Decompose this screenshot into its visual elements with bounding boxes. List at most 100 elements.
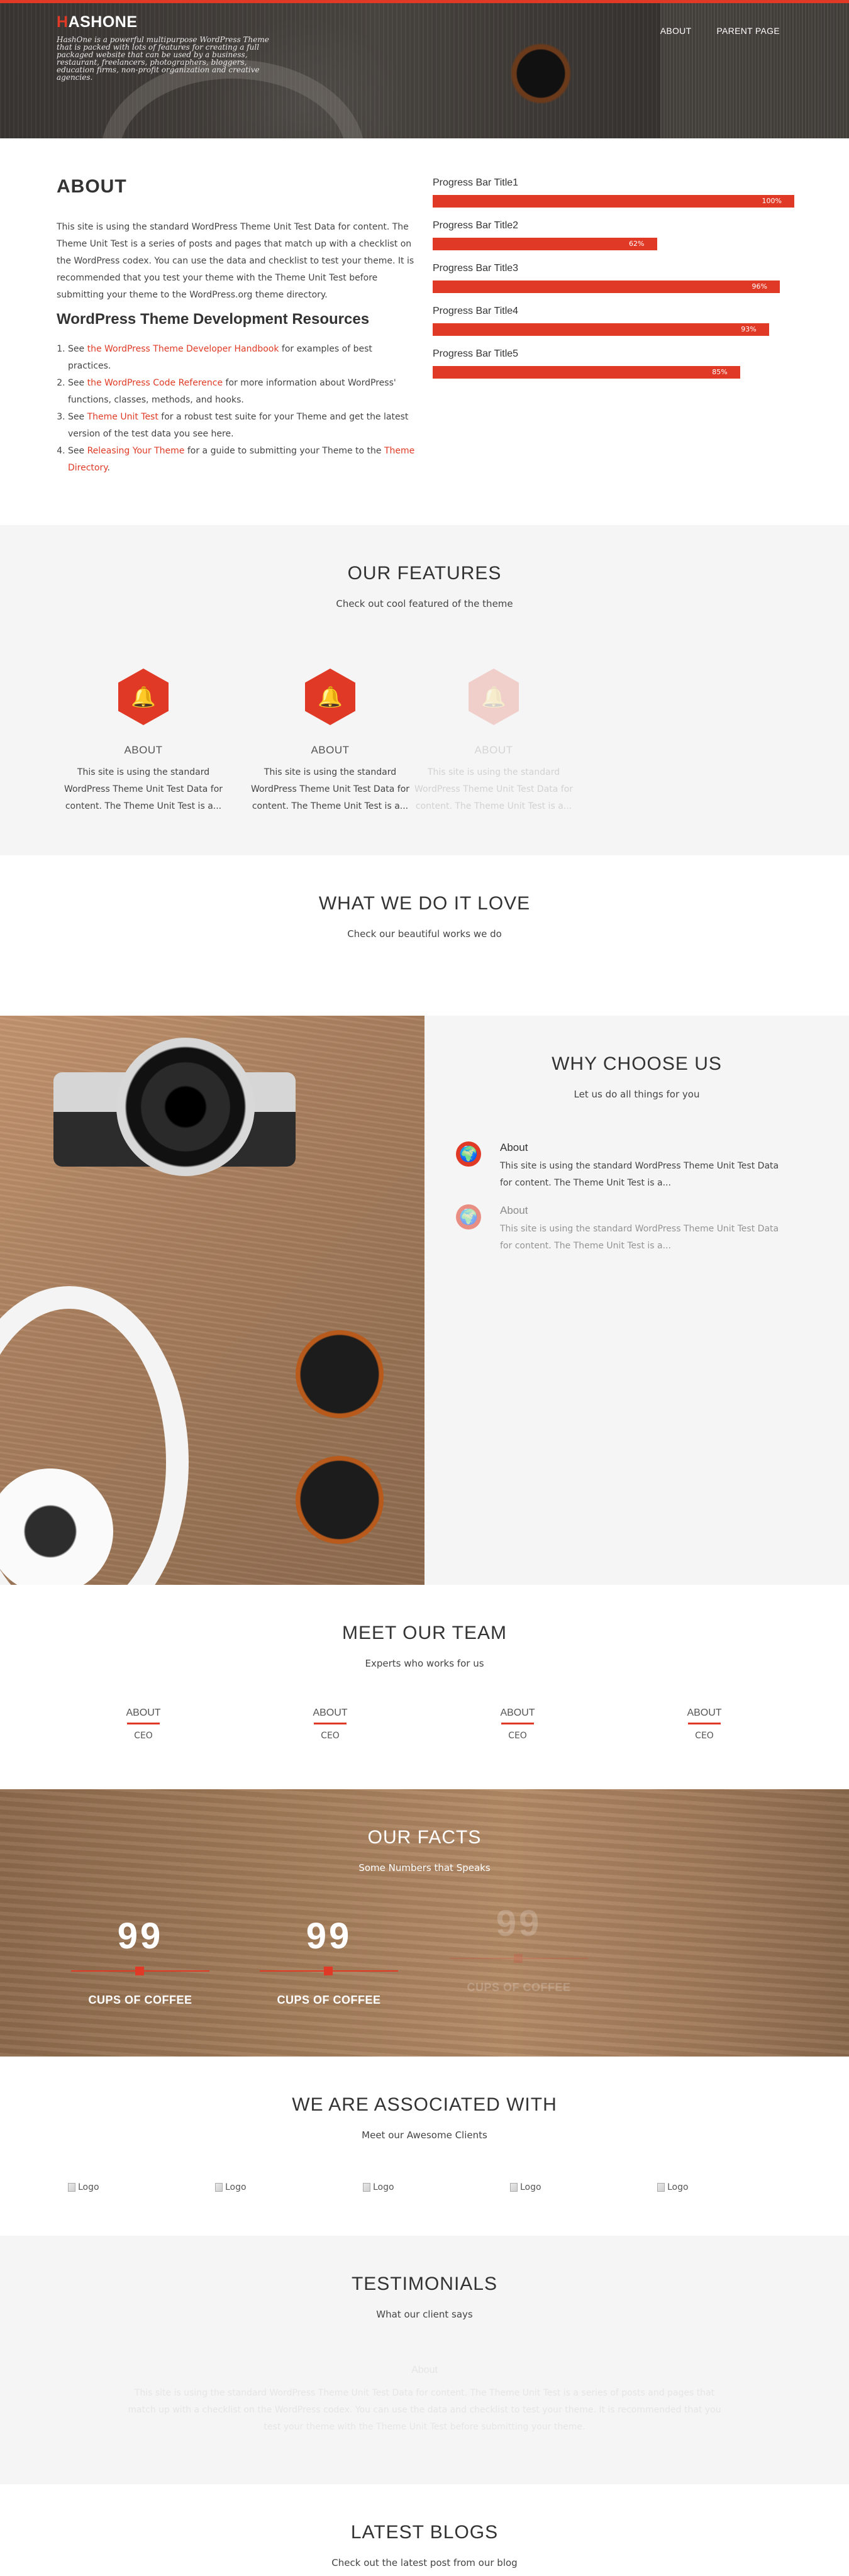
features-subtitle: Check out cool featured of the theme <box>336 598 513 609</box>
resource-link[interactable]: the WordPress Theme Developer Handbook <box>87 344 279 354</box>
team-member[interactable]: ABOUT CEO <box>641 1707 767 1741</box>
progress-bar-label: Progress Bar Title5 <box>433 348 519 359</box>
list-item: See the WordPress Theme Developer Handbo… <box>68 341 417 375</box>
why-choose-item[interactable]: 🌍 About This site is using the standard … <box>456 1204 783 1255</box>
testimonial-name: About <box>411 2365 438 2375</box>
team-member[interactable]: ABOUT CEO <box>80 1707 206 1741</box>
feature-title: ABOUT <box>124 744 163 756</box>
clients-subtitle: Meet our Awesome Clients <box>362 2129 487 2141</box>
client-logo[interactable]: Logo <box>510 2182 541 2192</box>
facts-section: OUR FACTS Some Numbers that Speaks 99 CU… <box>0 1789 849 2057</box>
facts-title: OUR FACTS <box>367 1827 482 1848</box>
progress-bar-label: Progress Bar Title1 <box>433 177 519 188</box>
progress-bar-label: Progress Bar Title2 <box>433 220 519 231</box>
team-member-name: ABOUT <box>500 1707 535 1718</box>
progress-bar-row: Progress Bar Title3 96% <box>433 263 794 306</box>
client-logo-alt: Logo <box>667 2182 689 2192</box>
broken-image-icon <box>215 2183 223 2192</box>
divider <box>127 1723 160 1724</box>
team-member[interactable]: ABOUT CEO <box>267 1707 393 1741</box>
portfolio-subtitle: Check our beautiful works we do <box>347 928 502 940</box>
resource-link[interactable]: Theme Unit Test <box>87 412 158 422</box>
bell-icon: 🔔 <box>469 669 519 725</box>
feature-item[interactable]: 🔔 ABOUT This site is using the standard … <box>55 669 231 815</box>
portfolio-section: WHAT WE DO IT LOVE Check our beautiful w… <box>0 855 849 1016</box>
feature-item[interactable]: 🔔 ABOUT This site is using the standard … <box>242 669 418 815</box>
progress-bar-label: Progress Bar Title4 <box>433 306 519 316</box>
feature-text: This site is using the standard WordPres… <box>250 767 410 811</box>
why-item-title: About <box>500 1141 528 1153</box>
divider <box>58 1965 222 1977</box>
clients-section: WE ARE ASSOCIATED WITH Meet our Awesome … <box>0 2057 849 2236</box>
sunglasses-image <box>289 1330 384 1557</box>
facts-subtitle: Some Numbers that Speaks <box>358 1862 491 1874</box>
broken-image-icon <box>363 2183 370 2192</box>
list-item: See the WordPress Code Reference for mor… <box>68 375 417 409</box>
about-title: ABOUT <box>57 176 127 197</box>
divider <box>314 1723 347 1724</box>
team-member-name: ABOUT <box>687 1707 722 1718</box>
camera-headphones-photo <box>0 1016 425 1585</box>
team-member-role: CEO <box>321 1731 340 1741</box>
client-logo[interactable]: Logo <box>215 2182 247 2192</box>
divider <box>688 1723 721 1724</box>
fact-number: 99 <box>496 1903 542 1944</box>
feature-title: ABOUT <box>474 744 513 756</box>
progress-bars: Progress Bar Title1 100% Progress Bar Ti… <box>433 177 794 391</box>
nav-item-about[interactable]: ABOUT <box>660 26 692 36</box>
client-logo-alt: Logo <box>225 2182 247 2192</box>
clients-title: WE ARE ASSOCIATED WITH <box>292 2094 557 2115</box>
progress-bar-value: 85% <box>712 368 728 376</box>
site-header: HASHONE HashOne is a powerful multipurpo… <box>0 0 849 138</box>
why-choose-subtitle: Let us do all things for you <box>574 1089 700 1100</box>
why-choose-item[interactable]: 🌍 About This site is using the standard … <box>456 1141 783 1192</box>
why-item-text: This site is using the standard WordPres… <box>500 1224 779 1251</box>
progress-bar-fill: 93% <box>433 323 769 336</box>
team-member-name: ABOUT <box>126 1707 161 1718</box>
nav-item-parent-page[interactable]: PARENT PAGE <box>716 26 780 36</box>
team-member-role: CEO <box>134 1731 153 1741</box>
why-choose-content: WHY CHOOSE US Let us do all things for y… <box>425 1016 849 1585</box>
client-logo-alt: Logo <box>373 2182 394 2192</box>
camera-lens-image <box>116 1038 255 1176</box>
resource-link[interactable]: Releasing Your Theme <box>87 446 185 456</box>
team-subtitle: Experts who works for us <box>365 1658 484 1669</box>
blog-title: LATEST BLOGS <box>350 2522 499 2543</box>
client-logo[interactable]: Logo <box>657 2182 689 2192</box>
client-logo-alt: Logo <box>520 2182 541 2192</box>
team-member[interactable]: ABOUT CEO <box>455 1707 580 1741</box>
resource-link[interactable]: the WordPress Code Reference <box>87 378 223 388</box>
feature-item[interactable]: 🔔 ABOUT This site is using the standard … <box>406 669 582 815</box>
features-section: OUR FEATURES Check out cool featured of … <box>0 525 849 855</box>
bell-icon: 🔔 <box>118 669 169 725</box>
team-member-role: CEO <box>508 1731 527 1741</box>
divider <box>247 1965 411 1977</box>
fact-counter: 99 CUPS OF COFFEE <box>247 1915 411 2007</box>
progress-bar-row: Progress Bar Title4 93% <box>433 306 794 348</box>
why-item-title: About <box>500 1204 528 1216</box>
fact-number: 99 <box>117 1916 164 1957</box>
progress-bar-label: Progress Bar Title3 <box>433 263 519 274</box>
feature-title: ABOUT <box>311 744 350 756</box>
fact-counter: 99 CUPS OF COFFEE <box>437 1902 601 1994</box>
feature-text: This site is using the standard WordPres… <box>414 767 574 811</box>
portfolio-title: WHAT WE DO IT LOVE <box>318 893 531 914</box>
header-background-sunglasses <box>503 28 579 104</box>
testimonials-section: TESTIMONIALS What our client says About … <box>0 2236 849 2484</box>
main-nav: ABOUT PARENT PAGE <box>660 26 780 36</box>
progress-bar-row: Progress Bar Title1 100% <box>433 177 794 220</box>
progress-bar-fill: 100% <box>433 195 794 208</box>
fact-label: CUPS OF COFFEE <box>467 1981 571 1994</box>
client-logo-alt: Logo <box>78 2182 99 2192</box>
divider <box>437 1952 601 1965</box>
blog-subtitle: Check out the latest post from our blog <box>331 2557 518 2568</box>
why-choose-section: WHY CHOOSE US Let us do all things for y… <box>0 1016 849 1585</box>
testimonials-subtitle: What our client says <box>376 2309 473 2320</box>
about-section: ABOUT This site is using the standard Wo… <box>0 138 849 525</box>
client-logo[interactable]: Logo <box>68 2182 99 2192</box>
site-logo[interactable]: HASHONE <box>57 13 138 31</box>
about-text: This site is using the standard WordPres… <box>57 222 414 300</box>
progress-bar-fill: 85% <box>433 366 740 379</box>
client-logo[interactable]: Logo <box>363 2182 394 2192</box>
blog-section: LATEST BLOGS Check out the latest post f… <box>0 2484 849 2576</box>
